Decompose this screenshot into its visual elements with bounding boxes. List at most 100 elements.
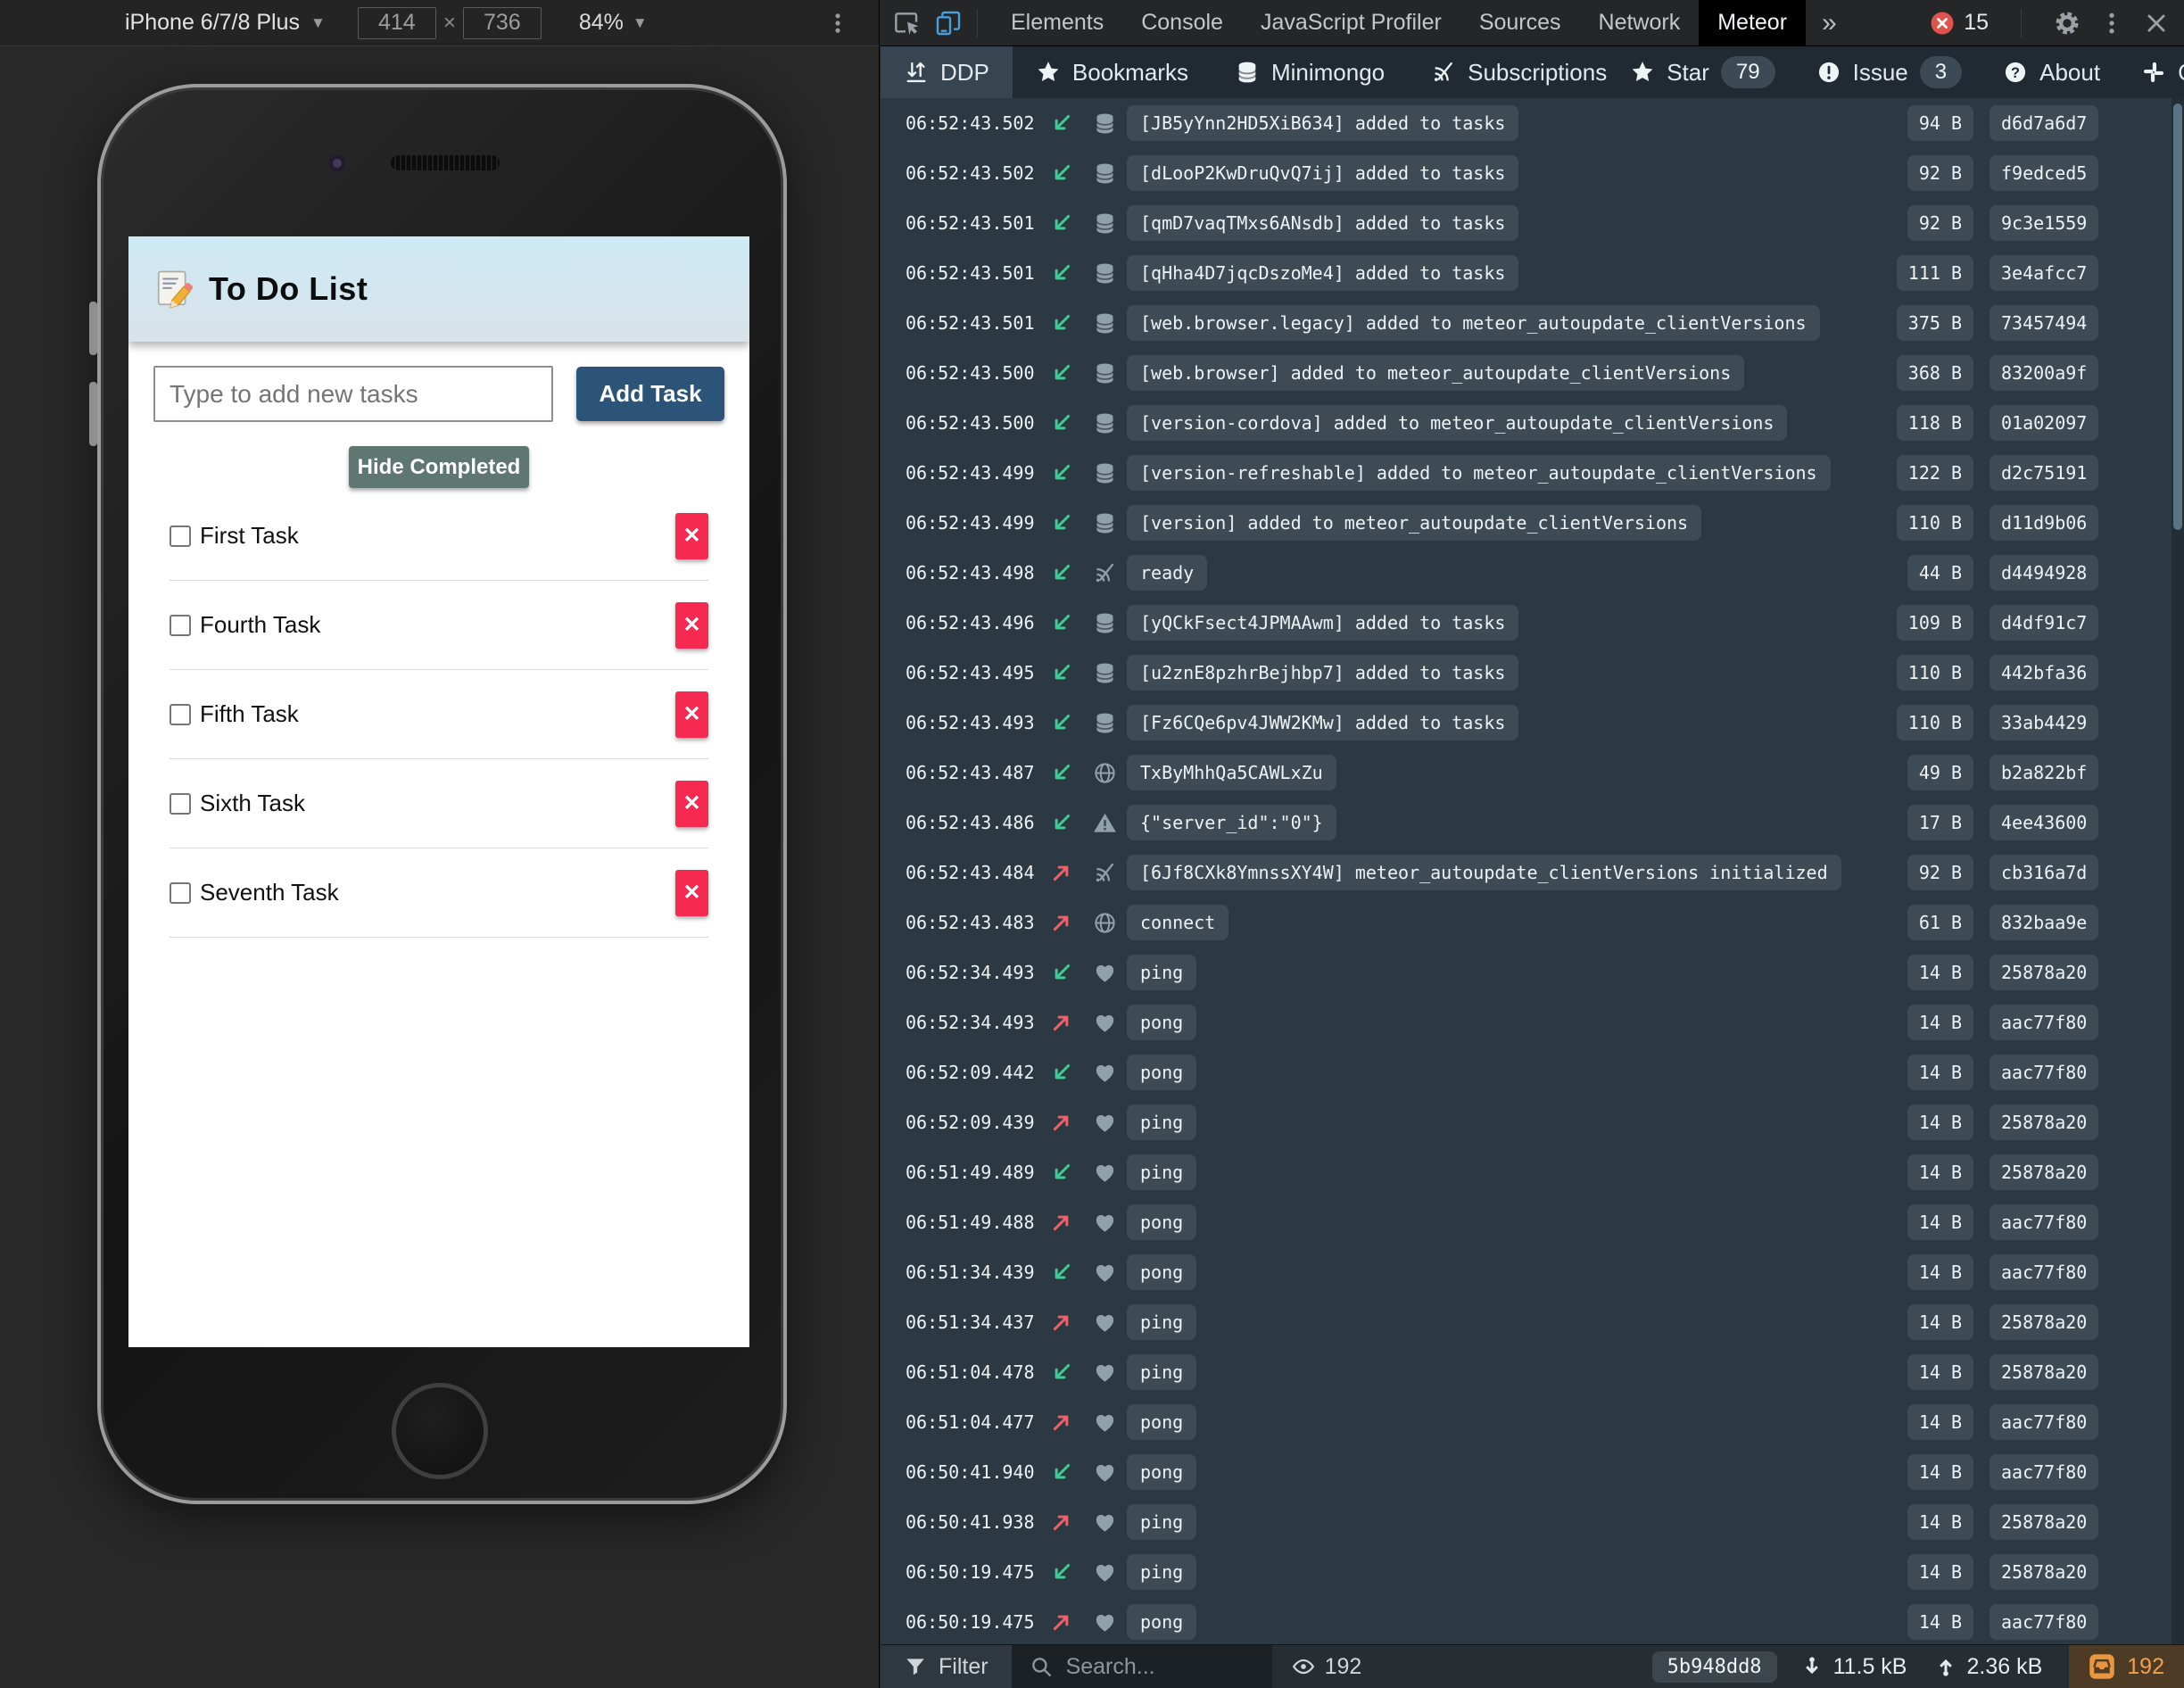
- meteor-tab-ddp[interactable]: DDP: [881, 46, 1013, 98]
- log-row[interactable]: 06:50:19.475pong14 Baac77f80: [881, 1597, 2184, 1644]
- log-row[interactable]: 06:51:49.488pong14 Baac77f80: [881, 1197, 2184, 1247]
- log-row[interactable]: 06:52:43.495[u2znE8pzhrBejhbp7] added to…: [881, 648, 2184, 698]
- log-row[interactable]: 06:52:09.439ping14 B25878a20: [881, 1097, 2184, 1147]
- settings-gear-icon[interactable]: [2054, 10, 2081, 37]
- tab-sources[interactable]: Sources: [1460, 0, 1580, 46]
- log-row[interactable]: 06:51:34.439pong14 Baac77f80: [881, 1247, 2184, 1297]
- checksum-badge: 3e4afcc7: [1990, 255, 2098, 291]
- log-row[interactable]: 06:52:43.499[version] added to meteor_au…: [881, 498, 2184, 548]
- task-row: Fourth Task✕: [170, 581, 708, 670]
- task-label: Seventh Task: [200, 879, 339, 906]
- log-type: [1082, 861, 1127, 885]
- delete-task-button[interactable]: ✕: [675, 870, 708, 916]
- meteor-tab-label: Minimongo: [1271, 59, 1385, 87]
- task-checkbox[interactable]: [170, 793, 191, 815]
- task-row: Seventh Task ✕: [170, 848, 708, 938]
- log-type: [1082, 1111, 1127, 1135]
- log-message: pong: [1127, 1404, 1196, 1440]
- outgoing-arrow: [1041, 1609, 1082, 1634]
- meteor-tab-minimongo[interactable]: Minimongo: [1212, 46, 1408, 98]
- devtools-menu-icon[interactable]: [2098, 10, 2125, 37]
- log-row[interactable]: 06:51:04.477pong14 Baac77f80: [881, 1397, 2184, 1447]
- tab-javascript-profiler[interactable]: JavaScript Profiler: [1242, 0, 1460, 46]
- meteor-link-issue[interactable]: Issue3: [1816, 56, 1963, 88]
- zoom-select[interactable]: 84% ▼: [579, 10, 648, 36]
- error-counter[interactable]: 15: [1929, 10, 1989, 37]
- log-row[interactable]: 06:52:34.493pong14 Baac77f80: [881, 997, 2184, 1047]
- tab-console[interactable]: Console: [1122, 0, 1242, 46]
- tab-network[interactable]: Network: [1580, 0, 1700, 46]
- log-scrollbar[interactable]: [2172, 98, 2184, 1644]
- log-row[interactable]: 06:50:41.938ping14 B25878a20: [881, 1497, 2184, 1547]
- search-input[interactable]: [1064, 1653, 1254, 1681]
- log-row[interactable]: 06:52:43.500[web.browser] added to meteo…: [881, 348, 2184, 398]
- outgoing-arrow: [1041, 1310, 1082, 1335]
- device-toolbar-toggle-icon[interactable]: [934, 9, 963, 37]
- delete-task-button[interactable]: ✕: [675, 513, 708, 559]
- checksum-badge: b2a822bf: [1990, 755, 2098, 790]
- scrollbar-thumb[interactable]: [2173, 103, 2182, 530]
- meteor-tab-label: DDP: [940, 59, 989, 87]
- meteor-link-community[interactable]: Community: [2141, 59, 2184, 87]
- delete-task-button[interactable]: ✕: [675, 602, 708, 649]
- new-task-input[interactable]: [153, 366, 553, 422]
- log-row[interactable]: 06:52:43.493[Fz6CQe6pv4JWW2KMw] added to…: [881, 698, 2184, 748]
- close-icon[interactable]: [2143, 10, 2170, 37]
- buffered-messages-counter[interactable]: 192: [2069, 1645, 2184, 1688]
- log-row[interactable]: 06:52:43.500[version-cordova] added to m…: [881, 398, 2184, 448]
- log-row[interactable]: 06:52:43.487TxByMhhQa5CAWLxZu49 Bb2a822b…: [881, 748, 2184, 798]
- log-row[interactable]: 06:51:34.437ping14 B25878a20: [881, 1297, 2184, 1347]
- log-row[interactable]: 06:52:43.501[qHha4D7jqcDszoMe4] added to…: [881, 248, 2184, 298]
- arrow-in-icon: [1049, 111, 1074, 136]
- size-badge: 14 B: [1907, 1154, 1973, 1190]
- task-checkbox[interactable]: [170, 882, 191, 904]
- log-row[interactable]: 06:52:34.493ping14 B25878a20: [881, 947, 2184, 997]
- log-timestamp: 06:52:43.484: [906, 862, 1041, 883]
- meteor-tab-subscriptions[interactable]: Subscriptions: [1408, 46, 1630, 98]
- log-row[interactable]: 06:52:43.486{"server_id":"0"}17 B4ee4360…: [881, 798, 2184, 848]
- task-checkbox[interactable]: [170, 704, 191, 725]
- size-badge: 110 B: [1897, 505, 1973, 541]
- meteor-link-about[interactable]: ?About: [2003, 59, 2100, 87]
- error-badge-icon: [1929, 10, 1956, 37]
- log-row[interactable]: 06:52:09.442pong14 Baac77f80: [881, 1047, 2184, 1097]
- log-row[interactable]: 06:52:43.502[dLooP2KwDruQvQ7ij] added to…: [881, 148, 2184, 198]
- log-row[interactable]: 06:52:43.499[version-refreshable] added …: [881, 448, 2184, 498]
- inspect-element-icon[interactable]: [893, 9, 922, 37]
- question-icon: ?: [2003, 60, 2028, 85]
- arrow-out-icon: [1049, 1510, 1074, 1535]
- log-row[interactable]: 06:51:49.489ping14 B25878a20: [881, 1147, 2184, 1197]
- log-row[interactable]: 06:50:19.475ping14 B25878a20: [881, 1547, 2184, 1597]
- log-row[interactable]: 06:52:43.501[web.browser.legacy] added t…: [881, 298, 2184, 348]
- log-row[interactable]: 06:50:41.940pong14 Baac77f80: [881, 1447, 2184, 1497]
- log-timestamp: 06:52:43.499: [906, 512, 1041, 534]
- checksum-badge: 25878a20: [1990, 1304, 2098, 1340]
- device-select[interactable]: iPhone 6/7/8 Plus ▼: [125, 10, 326, 36]
- log-row[interactable]: 06:52:43.501[qmD7vaqTMxs6ANsdb] added to…: [881, 198, 2184, 248]
- hide-completed-button[interactable]: Hide Completed: [349, 446, 529, 488]
- home-button[interactable]: [392, 1383, 488, 1479]
- tab-meteor[interactable]: Meteor: [1699, 0, 1806, 46]
- task-checkbox[interactable]: [170, 525, 191, 547]
- arrow-in-icon: [1049, 710, 1074, 735]
- delete-task-button[interactable]: ✕: [675, 691, 708, 738]
- log-row[interactable]: 06:52:43.496[yQCkFsect4JPMAAwm] added to…: [881, 598, 2184, 648]
- task-checkbox[interactable]: [170, 615, 191, 636]
- more-options-icon[interactable]: [825, 11, 850, 36]
- meteor-tab-bookmarks[interactable]: Bookmarks: [1013, 46, 1212, 98]
- log-row[interactable]: 06:52:43.502[JB5yYnn2HD5XiB634] added to…: [881, 98, 2184, 148]
- heart-icon: [1093, 1560, 1117, 1585]
- log-row[interactable]: 06:52:43.484[6Jf8CXk8YmnssXY4W] meteor_a…: [881, 848, 2184, 898]
- more-tabs-icon[interactable]: »: [1806, 8, 1853, 38]
- log-row[interactable]: 06:51:04.478ping14 B25878a20: [881, 1347, 2184, 1397]
- viewport-width-input[interactable]: [358, 7, 436, 39]
- log-timestamp: 06:52:43.501: [906, 262, 1041, 284]
- viewport-height-input[interactable]: [463, 7, 542, 39]
- add-task-button[interactable]: Add Task: [576, 367, 724, 421]
- filter-button[interactable]: Filter: [881, 1645, 1012, 1688]
- log-row[interactable]: 06:52:43.498ready44 Bd4494928: [881, 548, 2184, 598]
- log-row[interactable]: 06:52:43.483connect61 B832baa9e: [881, 898, 2184, 947]
- delete-task-button[interactable]: ✕: [675, 781, 708, 827]
- meteor-link-star[interactable]: Star79: [1630, 56, 1774, 88]
- tab-elements[interactable]: Elements: [992, 0, 1122, 46]
